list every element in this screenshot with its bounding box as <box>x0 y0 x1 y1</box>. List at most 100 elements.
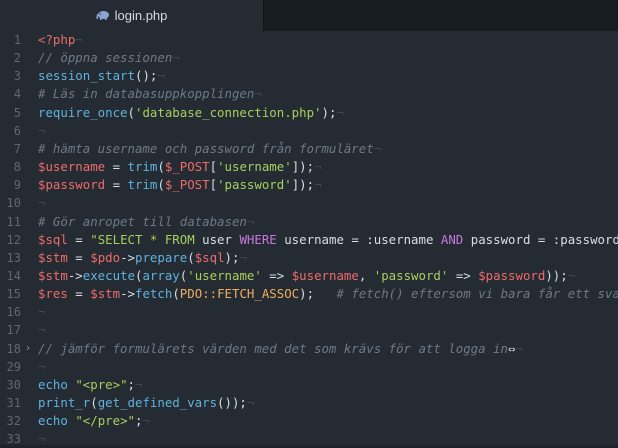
whitespace-marker: ¬ <box>254 86 262 102</box>
code-token: 'username' <box>187 267 262 283</box>
line-code: $stm->execute(array('username' => $usern… <box>38 267 575 285</box>
line-code: ¬ <box>38 303 45 321</box>
line-number: 8 <box>13 160 21 175</box>
line-code: ¬ <box>38 321 45 339</box>
code-token: , <box>358 267 374 283</box>
whitespace-marker: ¬ <box>38 195 46 211</box>
code-token: trim <box>127 177 158 193</box>
code-line[interactable]: 3 session_start();¬ <box>0 67 618 85</box>
line-code: # hämta username och password från formu… <box>38 140 381 158</box>
code-token: 'username' <box>217 159 292 175</box>
code-token: ( <box>157 159 165 175</box>
code-token: = <box>105 177 128 193</box>
whitespace-marker: ¬ <box>172 50 180 66</box>
line-number: 1 <box>13 33 21 47</box>
code-token: ); <box>224 249 240 265</box>
code-token: 'database_connection.php' <box>135 104 322 120</box>
code-token: ( <box>90 395 98 410</box>
code-token: # hämta username och password från formu… <box>38 140 374 156</box>
line-number: 13 <box>6 250 21 265</box>
code-line[interactable]: 1 <?php¬ <box>0 31 618 49</box>
code-editor[interactable]: 1 <?php¬ 2// öppna sessionen¬ 3 session_star… <box>0 31 618 448</box>
code-token: $stm <box>90 286 121 302</box>
code-line[interactable]: 32 echo "</pre>";¬ <box>0 412 618 430</box>
code-line[interactable]: 12 $sql = "SELECT * FROM user WHERE usern… <box>0 231 618 249</box>
line-code: ¬ <box>38 122 45 140</box>
code-line[interactable]: 5 require_once('database_connection.php')… <box>0 104 618 122</box>
code-token: ]); <box>291 159 315 175</box>
code-token: echo <box>38 376 68 392</box>
whitespace-marker: ¬ <box>38 122 46 138</box>
code-line[interactable]: 9 $password = trim($_POST['password']);¬ <box>0 176 618 194</box>
line-number: 29 <box>6 359 21 374</box>
code-token: session_start <box>38 68 135 84</box>
code-token: fetch <box>135 286 173 302</box>
code-token: 'password' <box>373 267 449 283</box>
line-code: echo "<pre>";¬ <box>38 376 142 394</box>
code-line[interactable]: 14 $stm->execute(array('username' => $use… <box>0 267 618 285</box>
code-line[interactable]: 16 ¬ <box>0 303 618 321</box>
line-code: # Läs in databasuppkopplingen¬ <box>38 85 262 103</box>
fold-arrow-icon[interactable]: › <box>25 340 31 358</box>
code-line[interactable]: 8 $username = trim($_POST['username']);¬ <box>0 158 618 176</box>
code-line[interactable]: 18 › // jämför formulärets värden med det … <box>0 340 618 358</box>
code-line[interactable]: 10 ¬ <box>0 194 618 212</box>
code-line[interactable]: 6 ¬ <box>0 122 618 140</box>
code-token: $sql <box>38 231 68 247</box>
code-line[interactable]: 7 # hämta username och password från form… <box>0 140 618 158</box>
line-code: $username = trim($_POST['username']);¬ <box>38 158 322 176</box>
code-token: require_once <box>38 104 128 120</box>
line-number: 14 <box>6 268 21 283</box>
line-code: $password = trim($_POST['password']);¬ <box>38 176 322 194</box>
code-token: echo <box>38 413 68 429</box>
line-number: 5 <box>13 105 21 120</box>
code-line[interactable]: 31 print_r(get_defined_vars());¬ <box>0 394 618 412</box>
tab-login-php[interactable]: login.php <box>0 0 264 31</box>
code-line[interactable]: 13 $stm = $pdo->prepare($sql);¬ <box>0 249 618 267</box>
line-code: ¬ <box>38 430 45 448</box>
code-line[interactable]: 11 # Gör anropet till databasen¬ <box>0 213 618 231</box>
code-token: // öppna sessionen <box>38 50 173 66</box>
code-token: ()); <box>217 395 247 410</box>
whitespace-marker: ¬ <box>38 322 46 338</box>
code-token: $stm <box>38 249 68 265</box>
code-token: $res <box>38 286 68 302</box>
line-code: ¬ <box>38 194 45 212</box>
code-token: "SELECT * FROM <box>90 231 203 247</box>
line-code: // öppna sessionen¬ <box>38 49 180 67</box>
code-line[interactable]: 15 $res = $stm->fetch(PDO::FETCH_ASSOC); … <box>0 285 618 303</box>
line-code: $stm = $pdo->prepare($sql);¬ <box>38 249 247 267</box>
whitespace-marker: ¬ <box>246 213 255 229</box>
code-token: $pdo <box>90 249 121 265</box>
code-line[interactable]: 29 ¬ <box>0 358 618 376</box>
whitespace-marker: ¬ <box>75 32 83 47</box>
code-line[interactable]: 4 # Läs in databasuppkopplingen¬ <box>0 85 618 103</box>
whitespace-marker: ¬ <box>38 431 46 447</box>
line-number: 16 <box>6 305 21 320</box>
code-token: prepare <box>135 249 188 265</box>
code-token: -> <box>120 249 135 265</box>
code-line[interactable]: 33 ¬ <box>0 430 618 448</box>
code-token: = <box>67 231 91 247</box>
tab-bar: login.php <box>0 0 618 32</box>
code-token: username = :username <box>276 231 441 247</box>
code-token: ]); <box>291 177 315 193</box>
line-number: 31 <box>6 396 21 410</box>
code-token: => <box>448 267 479 283</box>
code-token: ); <box>299 286 337 302</box>
code-line[interactable]: 17 ¬ <box>0 321 618 339</box>
line-code: // jämför formulärets värden med det som… <box>38 340 523 358</box>
code-token: password = :password"; <box>463 231 618 247</box>
code-token: $username <box>291 267 359 283</box>
whitespace-marker: ¬ <box>336 104 344 120</box>
code-line[interactable]: 2 // öppna sessionen¬ <box>0 49 618 67</box>
whitespace-marker: ¬ <box>373 140 382 156</box>
code-token: "<pre>" <box>75 376 128 392</box>
code-line[interactable]: 30 echo "<pre>";¬ <box>0 376 618 394</box>
line-number: 10 <box>6 196 21 211</box>
line-number: 32 <box>6 414 21 429</box>
code-token: $password <box>38 177 106 193</box>
line-number: 17 <box>6 323 21 338</box>
code-token: "</pre>" <box>75 413 135 429</box>
code-token: ( <box>127 104 135 120</box>
